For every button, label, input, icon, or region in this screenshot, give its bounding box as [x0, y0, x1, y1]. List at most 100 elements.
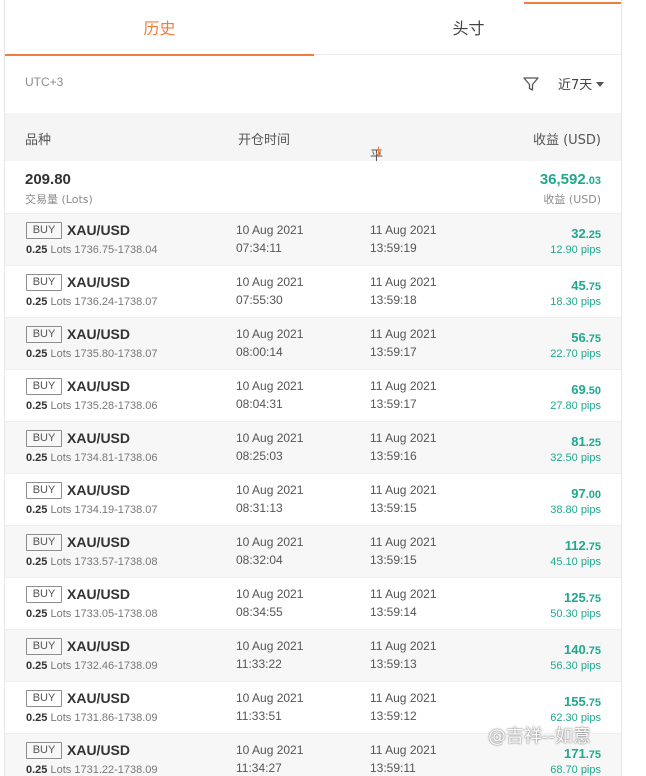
close-datetime: 11 Aug 2021 13:59:16: [370, 429, 437, 465]
filter-funnel-icon[interactable]: [522, 75, 540, 93]
trade-row[interactable]: BUY XAU/USD 0.25 Lots 1735.80-1738.07 10…: [5, 317, 621, 369]
close-date: 11 Aug 2021: [370, 327, 437, 341]
trade-list: BUY XAU/USD 0.25 Lots 1736.75-1738.04 10…: [5, 213, 621, 776]
summary-row: 209.80 交易量 (Lots) 36,592.03 收益 (USD): [5, 161, 621, 213]
lots-info: 0.25 Lots 1736.24-1738.07: [26, 296, 158, 308]
close-date: 11 Aug 2021: [370, 483, 437, 497]
lot-size: 0.25: [26, 296, 48, 308]
trade-history-panel: 历史 头寸 UTC+3 近7天 品种 开仓时间 平仓时间↓ 收益 (USD) 2…: [4, 0, 622, 776]
lots-info: 0.25 Lots 1732.46-1738.09: [26, 660, 158, 672]
trade-pips: 12.90 pips: [550, 244, 601, 256]
open-date: 10 Aug 2021: [236, 223, 304, 237]
trade-profit: 45.75: [571, 278, 601, 293]
trade-profit-int: 155: [564, 694, 586, 709]
close-time: 13:59:14: [370, 605, 417, 619]
trade-profit-int: 81: [571, 434, 586, 449]
tab-history[interactable]: 历史: [5, 0, 314, 56]
close-time: 13:59:16: [370, 449, 417, 463]
lots-info: 0.25 Lots 1731.86-1738.09: [26, 712, 158, 724]
price-range: 1733.05-1738.08: [74, 608, 158, 620]
open-datetime: 10 Aug 2021 11:33:51: [236, 689, 303, 725]
symbol-label: XAU/USD: [67, 534, 131, 550]
symbol-label: XAU/USD: [67, 482, 131, 498]
lot-size: 0.25: [26, 608, 48, 620]
date-range-dropdown[interactable]: 近7天: [558, 74, 605, 93]
close-date: 11 Aug 2021: [370, 535, 437, 549]
close-date: 11 Aug 2021: [370, 691, 437, 705]
symbol-label: XAU/USD: [67, 690, 131, 706]
trade-pips: 27.80 pips: [550, 400, 601, 412]
open-datetime: 10 Aug 2021 11:34:27: [236, 741, 303, 776]
lot-size: 0.25: [26, 400, 48, 412]
close-date: 11 Aug 2021: [370, 743, 437, 757]
tab-positions[interactable]: 头寸: [314, 0, 621, 55]
open-time: 08:32:04: [236, 553, 283, 567]
open-datetime: 10 Aug 2021 08:00:14: [236, 325, 303, 361]
trade-pips: 68.70 pips: [550, 764, 601, 776]
symbol-label: XAU/USD: [67, 222, 131, 238]
lots-unit: Lots: [50, 764, 72, 776]
price-range: 1731.22-1738.09: [74, 764, 158, 776]
trade-row[interactable]: BUY XAU/USD 0.25 Lots 1735.28-1738.06 10…: [5, 369, 621, 421]
lots-info: 0.25 Lots 1733.05-1738.08: [26, 608, 158, 620]
trade-profit: 81.25: [571, 434, 601, 449]
open-datetime: 10 Aug 2021 11:33:22: [236, 637, 303, 673]
trade-profit-dec: .75: [585, 645, 601, 657]
close-datetime: 11 Aug 2021 13:59:12: [370, 689, 437, 725]
open-time: 08:31:13: [236, 501, 283, 515]
lots-unit: Lots: [50, 608, 72, 620]
price-range: 1731.86-1738.09: [74, 712, 158, 724]
trade-profit: 112.75: [565, 538, 601, 553]
close-date: 11 Aug 2021: [370, 379, 437, 393]
side-badge: BUY: [26, 430, 62, 447]
open-datetime: 10 Aug 2021 08:04:31: [236, 377, 303, 413]
trade-profit: 125.75: [564, 590, 601, 605]
trade-pips: 56.30 pips: [550, 660, 601, 672]
trade-profit-int: 125: [564, 590, 586, 605]
close-datetime: 11 Aug 2021 13:59:14: [370, 585, 437, 621]
trade-profit: 56.75: [571, 330, 601, 345]
trade-row[interactable]: BUY XAU/USD 0.25 Lots 1736.24-1738.07 10…: [5, 265, 621, 317]
trade-pips: 18.30 pips: [550, 296, 601, 308]
trade-pips: 45.10 pips: [550, 556, 601, 568]
column-header-product: 品种: [25, 133, 52, 148]
lot-size: 0.25: [26, 764, 48, 776]
date-range-value: 近7天: [558, 78, 593, 93]
trade-pips: 38.80 pips: [550, 504, 601, 516]
lot-size: 0.25: [26, 452, 48, 464]
price-range: 1736.75-1738.04: [74, 244, 158, 256]
side-badge: BUY: [26, 690, 62, 707]
trade-profit-int: 56: [571, 330, 586, 345]
open-datetime: 10 Aug 2021 08:32:04: [236, 533, 303, 569]
total-profit-int: 36,592: [539, 171, 586, 188]
open-date: 10 Aug 2021: [236, 535, 304, 549]
open-date: 10 Aug 2021: [236, 431, 304, 445]
close-time: 13:59:19: [370, 241, 417, 255]
trade-row[interactable]: BUY XAU/USD 0.25 Lots 1736.75-1738.04 10…: [5, 213, 621, 265]
lots-info: 0.25 Lots 1736.75-1738.04: [26, 244, 158, 256]
side-badge: BUY: [26, 326, 62, 343]
trade-profit-int: 69: [571, 382, 586, 397]
total-volume: 209.80: [25, 171, 71, 188]
trade-row[interactable]: BUY XAU/USD 0.25 Lots 1732.46-1738.09 10…: [5, 629, 621, 681]
trade-profit-dec: .75: [585, 593, 601, 605]
price-range: 1733.57-1738.08: [74, 556, 158, 568]
symbol-label: XAU/USD: [67, 326, 131, 342]
trade-row[interactable]: BUY XAU/USD 0.25 Lots 1733.05-1738.08 10…: [5, 577, 621, 629]
trade-profit-dec: .50: [585, 385, 601, 397]
close-datetime: 11 Aug 2021 13:59:13: [370, 637, 437, 673]
trade-row[interactable]: BUY XAU/USD 0.25 Lots 1734.81-1738.06 10…: [5, 421, 621, 473]
open-datetime: 10 Aug 2021 07:34:11: [236, 221, 303, 257]
close-datetime: 11 Aug 2021 13:59:17: [370, 325, 437, 361]
open-time: 07:55:30: [236, 293, 283, 307]
close-time: 13:59:17: [370, 345, 417, 359]
open-date: 10 Aug 2021: [236, 379, 304, 393]
close-date: 11 Aug 2021: [370, 587, 437, 601]
trade-row[interactable]: BUY XAU/USD 0.25 Lots 1733.57-1738.08 10…: [5, 525, 621, 577]
trade-pips: 22.70 pips: [550, 348, 601, 360]
side-badge: BUY: [26, 378, 62, 395]
table-header: 品种 开仓时间 平仓时间↓ 收益 (USD): [5, 113, 621, 221]
trade-row[interactable]: BUY XAU/USD 0.25 Lots 1734.19-1738.07 10…: [5, 473, 621, 525]
close-datetime: 11 Aug 2021 13:59:18: [370, 273, 437, 309]
close-time: 13:59:13: [370, 657, 417, 671]
